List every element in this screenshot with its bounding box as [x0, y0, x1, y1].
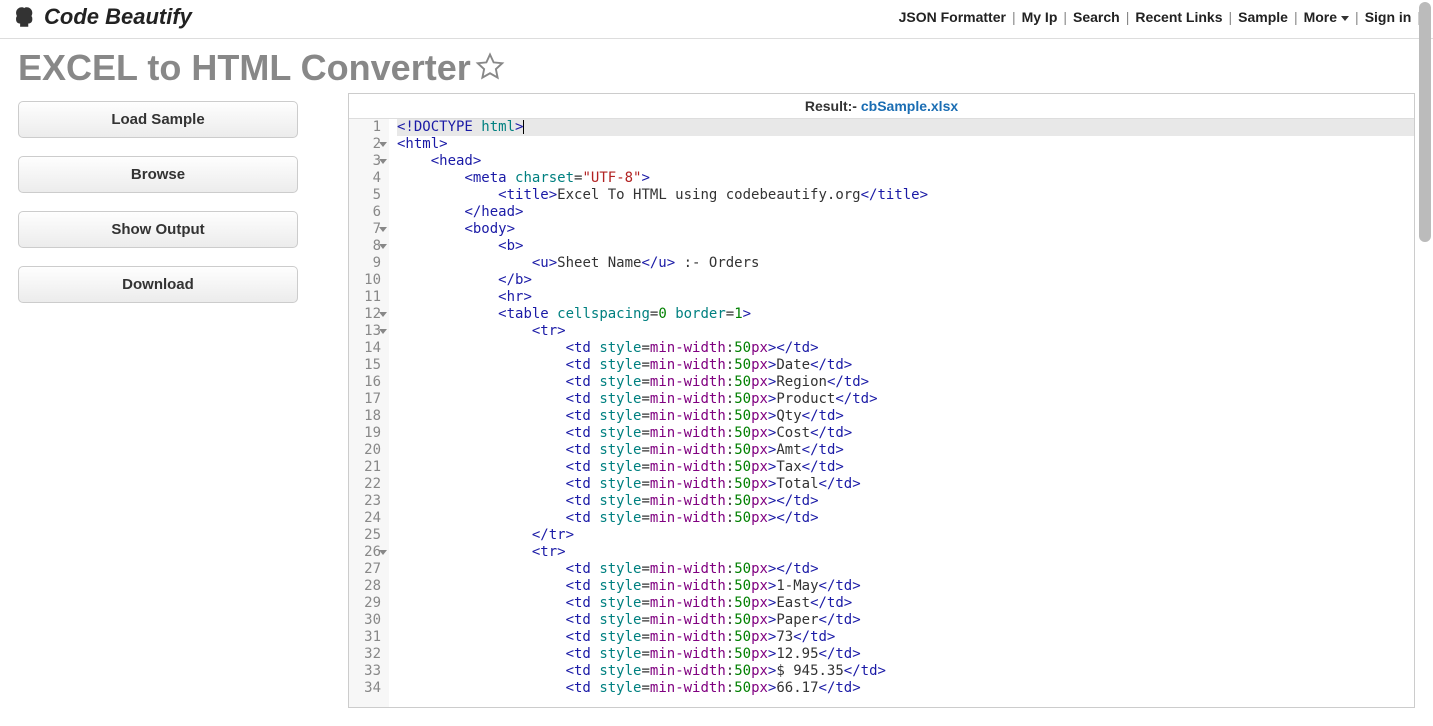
nav-sample[interactable]: Sample — [1238, 9, 1288, 25]
brain-icon — [12, 4, 38, 30]
star-icon[interactable] — [475, 52, 505, 85]
result-label: Result:- — [805, 98, 857, 114]
header: Code Beautify JSON Formatter| My Ip| Sea… — [0, 0, 1433, 39]
nav-more[interactable]: More — [1304, 9, 1349, 25]
sidebar: Load Sample Browse Show Output Download — [18, 93, 298, 708]
title-row: EXCEL to HTML Converter — [0, 39, 1433, 93]
result-file-link[interactable]: cbSample.xlsx — [861, 98, 958, 114]
nav-json-formatter[interactable]: JSON Formatter — [899, 9, 1006, 25]
nav-search[interactable]: Search — [1073, 9, 1120, 25]
page-title: EXCEL to HTML Converter — [18, 47, 471, 89]
load-sample-button[interactable]: Load Sample — [18, 101, 298, 138]
code-content[interactable]: <!DOCTYPE html><html> <head> <meta chars… — [389, 119, 1414, 707]
code-editor[interactable]: 1234567891011121314151617181920212223242… — [349, 119, 1414, 707]
download-button[interactable]: Download — [18, 266, 298, 303]
nav-my-ip[interactable]: My Ip — [1022, 9, 1058, 25]
caret-down-icon — [1341, 16, 1349, 21]
logo[interactable]: Code Beautify — [12, 4, 192, 30]
logo-text: Code Beautify — [44, 4, 192, 30]
top-nav: JSON Formatter| My Ip| Search| Recent Li… — [899, 9, 1421, 25]
result-bar: Result:- cbSample.xlsx — [349, 93, 1414, 119]
nav-recent-links[interactable]: Recent Links — [1135, 9, 1222, 25]
nav-sign-in[interactable]: Sign in — [1365, 9, 1412, 25]
main: Load Sample Browse Show Output Download … — [0, 93, 1433, 708]
editor-panel: Result:- cbSample.xlsx 12345678910111213… — [348, 93, 1415, 708]
browse-button[interactable]: Browse — [18, 156, 298, 193]
page-scrollbar[interactable] — [1419, 2, 1431, 242]
line-gutter: 1234567891011121314151617181920212223242… — [349, 119, 389, 707]
show-output-button[interactable]: Show Output — [18, 211, 298, 248]
